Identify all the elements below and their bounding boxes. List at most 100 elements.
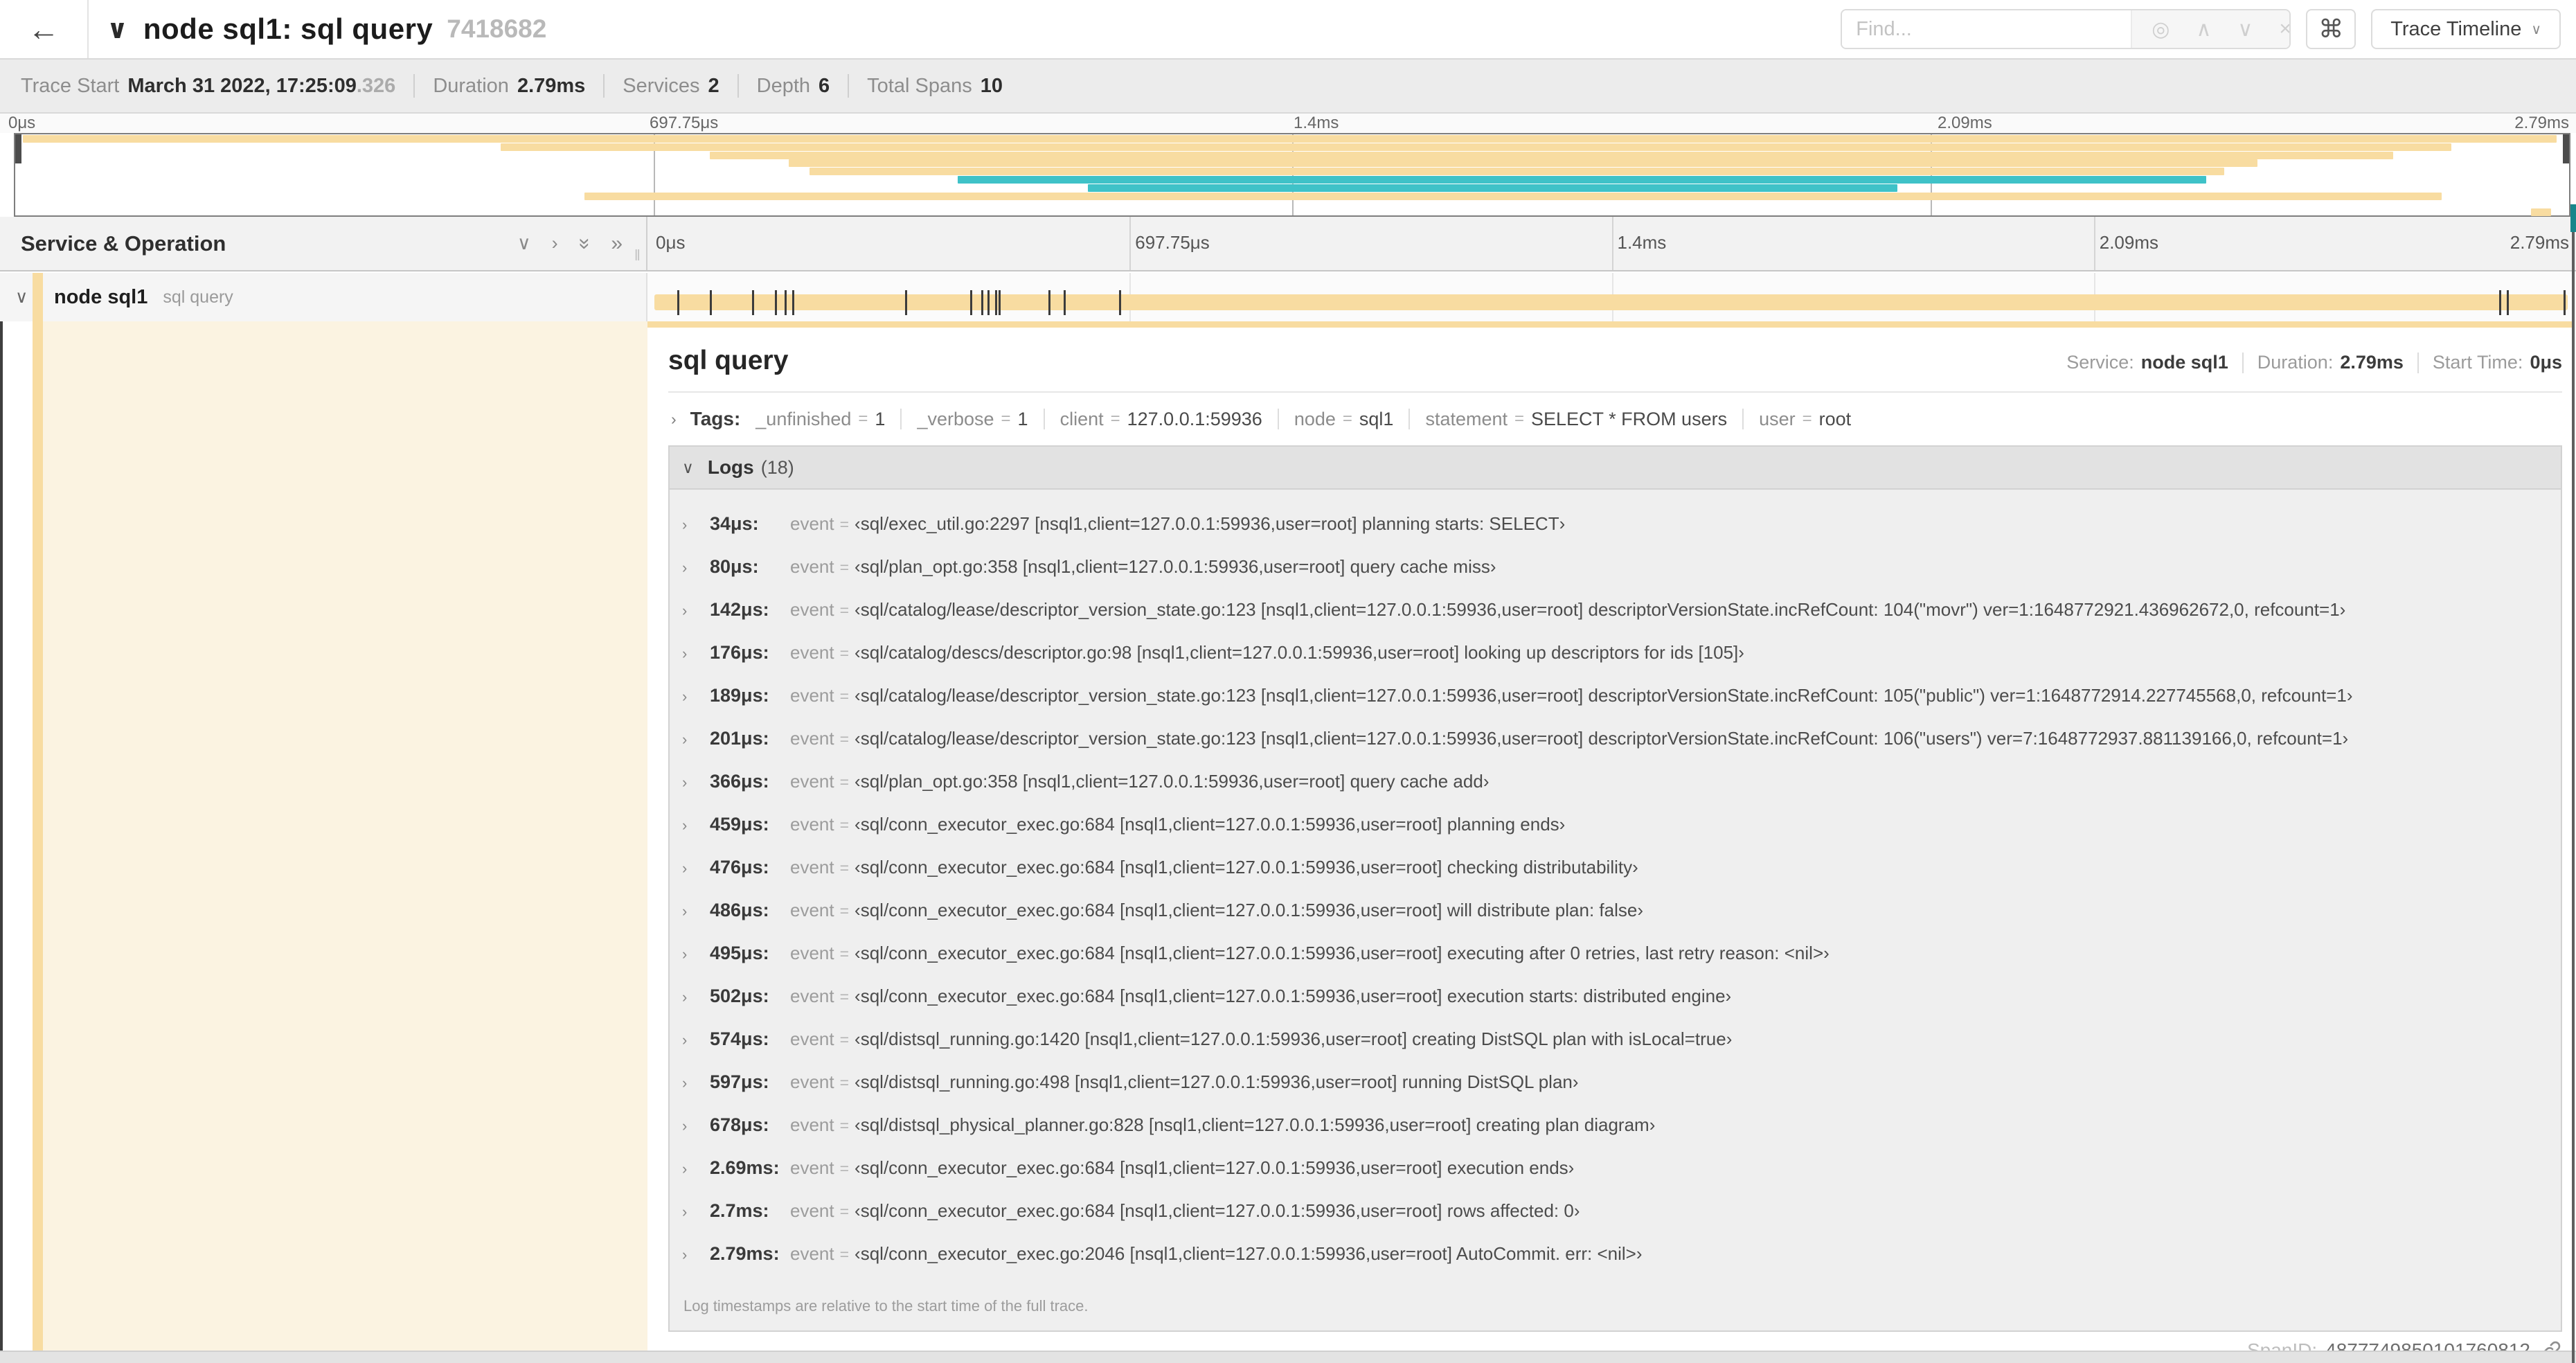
page-title: node sql1: sql query bbox=[143, 12, 433, 45]
meta-label: Services bbox=[623, 74, 700, 97]
back-button[interactable]: ← bbox=[0, 0, 89, 58]
log-row[interactable]: › 366μs: event = ‹sql/plan_opt.go:358 [nsql1… bbox=[682, 771, 2561, 814]
chevron-down-icon: ∨ bbox=[2531, 21, 2541, 37]
log-row[interactable]: › 80μs: event = ‹sql/plan_opt.go:358 [nsql1,… bbox=[682, 556, 2561, 599]
keyboard-shortcuts-button[interactable]: ⌘ bbox=[2306, 9, 2356, 49]
summary-value: 0μs bbox=[2530, 352, 2562, 373]
log-value: ‹sql/catalog/lease/descriptor_version_st… bbox=[855, 685, 2353, 706]
log-marker-tick bbox=[677, 290, 680, 315]
minimap-span-bar bbox=[710, 151, 2393, 159]
chevron-right-icon: › bbox=[682, 516, 688, 533]
log-equals: = bbox=[839, 1031, 850, 1049]
log-row[interactable]: › 459μs: event = ‹sql/conn_executor_exec.go:… bbox=[682, 814, 2561, 857]
log-equals: = bbox=[839, 558, 850, 576]
log-row[interactable]: › 2.69ms: event = ‹sql/conn_executor_exec.go… bbox=[682, 1157, 2561, 1200]
span-duration-bar[interactable] bbox=[654, 294, 2568, 310]
log-row[interactable]: › 2.7ms: event = ‹sql/conn_executor_exec.go:… bbox=[682, 1200, 2561, 1243]
locate-icon[interactable]: ◎ bbox=[2152, 17, 2170, 42]
log-row[interactable]: › 678μs: event = ‹sql/distsql_physical_plann… bbox=[682, 1114, 2561, 1157]
log-marker-tick bbox=[987, 290, 990, 315]
chevron-up-icon[interactable]: ∧ bbox=[2196, 17, 2211, 42]
collapse-all-icon[interactable]: » bbox=[573, 238, 596, 249]
log-row[interactable]: › 597μs: event = ‹sql/distsql_running.go:498… bbox=[682, 1071, 2561, 1114]
timeline-minimap[interactable] bbox=[14, 133, 2570, 217]
vertical-scrollbar[interactable] bbox=[2572, 217, 2575, 1363]
log-row[interactable]: › 142μs: event = ‹sql/catalog/lease/descript… bbox=[682, 599, 2561, 642]
span-color-swatch bbox=[33, 273, 43, 321]
span-row[interactable]: ∨ node sql1 sql query bbox=[0, 273, 2576, 321]
chevron-down-icon[interactable]: ∨ bbox=[15, 287, 28, 308]
log-value: ‹sql/conn_executor_exec.go:684 [nsql1,cl… bbox=[855, 1157, 1575, 1178]
span-name-column[interactable]: ∨ node sql1 sql query bbox=[0, 273, 647, 321]
log-field-key: event bbox=[790, 857, 834, 878]
chevron-down-icon: ∨ bbox=[682, 458, 694, 476]
chevron-right-icon: › bbox=[671, 409, 677, 428]
log-field-key: event bbox=[790, 599, 834, 620]
bottom-strip bbox=[0, 1351, 2576, 1363]
log-equals: = bbox=[839, 1202, 850, 1220]
logs-header[interactable]: ∨ Logs (18) bbox=[670, 447, 2561, 488]
log-row[interactable]: › 486μs: event = ‹sql/conn_executor_exec.go:… bbox=[682, 900, 2561, 943]
chevron-right-icon: › bbox=[682, 1074, 688, 1092]
log-row[interactable]: › 176μs: event = ‹sql/catalog/descs/descript… bbox=[682, 642, 2561, 685]
log-equals: = bbox=[839, 687, 850, 705]
tag-value: 1 bbox=[1017, 408, 1028, 429]
tags-label: Tags: bbox=[690, 408, 741, 429]
log-timestamp: 459μs: bbox=[710, 814, 769, 835]
minimap-span-bar bbox=[2530, 208, 2552, 217]
span-detail-title: sql query bbox=[668, 346, 789, 375]
span-bar-cell[interactable] bbox=[647, 273, 2576, 321]
log-row[interactable]: › 34μs: event = ‹sql/exec_util.go:2297 [nsql… bbox=[682, 513, 2561, 556]
log-equals: = bbox=[839, 902, 850, 920]
log-row[interactable]: › 495μs: event = ‹sql/conn_executor_exec.go:… bbox=[682, 943, 2561, 986]
logs-list: › 34μs: event = ‹sql/exec_util.go:2297 [nsql… bbox=[670, 488, 2561, 1330]
log-equals: = bbox=[839, 1116, 850, 1134]
clear-icon[interactable]: × bbox=[2279, 17, 2289, 41]
tag-item: node = sql1 bbox=[1294, 409, 1394, 430]
meta-value-suffix: .326 bbox=[356, 74, 396, 97]
tags-row[interactable]: › Tags: _unfinished = 1 _verbose = 1 client = 12… bbox=[668, 408, 2562, 430]
tag-key: node bbox=[1294, 408, 1336, 429]
meta-label: Depth bbox=[756, 74, 811, 97]
log-timestamp: 176μs: bbox=[710, 642, 769, 663]
ruler-gridline bbox=[2093, 217, 2095, 270]
trace-title-group[interactable]: ∨ node sql1: sql query 7418682 bbox=[107, 12, 546, 46]
log-field-key: event bbox=[790, 1114, 834, 1135]
summary-label: Service: bbox=[2066, 352, 2134, 373]
view-selector-button[interactable]: Trace Timeline ∨ bbox=[2371, 9, 2561, 49]
minimap-tick-label: 2.09ms bbox=[1938, 114, 1992, 132]
collapse-one-icon[interactable]: ∨ bbox=[517, 233, 531, 254]
span-summary: Service: node sql1 Duration: 2.79ms Start Ti… bbox=[2066, 352, 2562, 373]
log-equals: = bbox=[839, 601, 850, 619]
expand-all-icon[interactable]: » bbox=[611, 232, 623, 256]
summary-value: node sql1 bbox=[2140, 352, 2228, 373]
minimap-left-scrubber[interactable] bbox=[15, 134, 21, 163]
trace-id: 7418682 bbox=[447, 15, 547, 43]
column-resize-grip[interactable]: ‖ bbox=[634, 247, 642, 265]
log-row[interactable]: › 476μs: event = ‹sql/conn_executor_exec.go:… bbox=[682, 857, 2561, 900]
log-timestamp: 366μs: bbox=[710, 771, 769, 792]
log-row[interactable]: › 502μs: event = ‹sql/conn_executor_exec.go:… bbox=[682, 986, 2561, 1028]
divider bbox=[413, 74, 415, 98]
divider bbox=[603, 74, 605, 98]
chevron-down-icon[interactable]: ∨ bbox=[2237, 17, 2253, 42]
trace-meta-item: Duration 2.79ms bbox=[433, 75, 585, 98]
log-marker-tick bbox=[1119, 290, 1122, 315]
chevron-right-icon: › bbox=[682, 774, 688, 791]
log-timestamp: 678μs: bbox=[710, 1114, 769, 1135]
logs-label: Logs bbox=[707, 456, 754, 478]
divider bbox=[737, 74, 739, 98]
log-marker-tick bbox=[775, 290, 778, 315]
log-row[interactable]: › 189μs: event = ‹sql/catalog/lease/descript… bbox=[682, 685, 2561, 728]
meta-value: 10 bbox=[980, 74, 1003, 97]
log-row[interactable]: › 2.79ms: event = ‹sql/conn_executor_exec.go… bbox=[682, 1243, 2561, 1286]
log-timestamp: 80μs: bbox=[710, 556, 759, 577]
find-input[interactable] bbox=[1842, 10, 2131, 48]
log-equals: = bbox=[839, 773, 850, 791]
expand-one-icon[interactable]: › bbox=[552, 233, 558, 254]
minimap-right-scrubber[interactable] bbox=[2563, 134, 2569, 163]
summary-value: 2.79ms bbox=[2340, 352, 2404, 373]
log-row[interactable]: › 201μs: event = ‹sql/catalog/lease/descript… bbox=[682, 728, 2561, 771]
log-row[interactable]: › 574μs: event = ‹sql/distsql_running.go:142… bbox=[682, 1028, 2561, 1071]
log-field-key: event bbox=[790, 814, 834, 835]
